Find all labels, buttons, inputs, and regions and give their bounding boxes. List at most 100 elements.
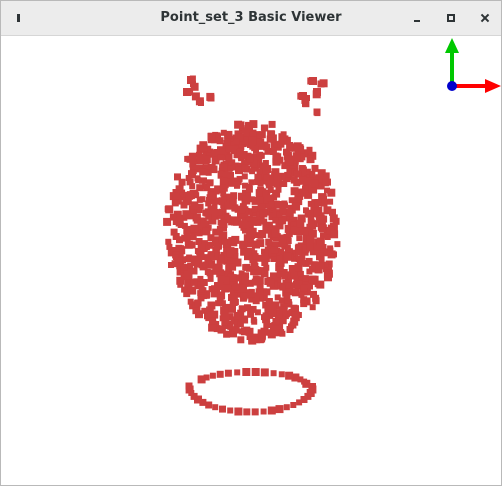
point xyxy=(252,336,258,343)
point xyxy=(219,163,228,172)
point xyxy=(272,155,281,163)
point xyxy=(260,408,267,415)
point xyxy=(261,124,269,132)
point xyxy=(268,120,276,128)
point xyxy=(306,157,313,164)
point xyxy=(225,145,233,153)
point xyxy=(272,317,280,325)
point xyxy=(217,154,224,161)
point xyxy=(256,196,264,204)
point xyxy=(302,275,309,282)
point xyxy=(188,152,197,161)
point xyxy=(283,404,290,411)
point xyxy=(209,317,216,325)
point xyxy=(322,177,329,184)
title-bar[interactable]: Point_set_3 Basic Viewer xyxy=(1,1,501,36)
point xyxy=(279,330,286,337)
point xyxy=(264,278,272,285)
point xyxy=(285,157,294,166)
point xyxy=(190,82,199,91)
point xyxy=(251,408,259,416)
close-button[interactable] xyxy=(477,10,493,26)
point xyxy=(252,253,259,260)
point xyxy=(188,241,196,249)
point xyxy=(183,234,191,241)
point xyxy=(290,271,299,280)
point xyxy=(277,140,285,148)
point xyxy=(295,178,301,185)
point xyxy=(299,190,306,197)
point xyxy=(327,250,336,259)
point xyxy=(252,297,260,305)
point xyxy=(264,148,271,155)
point xyxy=(193,213,201,221)
point xyxy=(240,204,246,211)
axis-widget[interactable] xyxy=(445,38,501,93)
point xyxy=(268,179,276,187)
point xyxy=(175,218,184,227)
point xyxy=(227,323,234,330)
point xyxy=(267,130,275,138)
point xyxy=(258,230,267,238)
maximize-button[interactable] xyxy=(443,10,459,26)
point xyxy=(223,330,231,338)
x-axis-arrow-icon xyxy=(452,79,501,93)
point xyxy=(208,323,217,332)
point xyxy=(231,205,238,212)
point xyxy=(241,276,249,283)
point xyxy=(232,326,240,334)
point xyxy=(324,273,332,282)
point xyxy=(224,130,233,139)
point xyxy=(281,181,288,187)
point xyxy=(220,306,229,315)
point xyxy=(297,214,306,223)
point xyxy=(259,209,268,218)
z-axis-dot-icon xyxy=(447,81,457,91)
point xyxy=(247,310,255,318)
point xyxy=(223,284,231,292)
point xyxy=(243,408,251,416)
point xyxy=(256,138,265,147)
point-cloud xyxy=(163,75,341,416)
point xyxy=(327,188,336,197)
point xyxy=(296,399,303,406)
point xyxy=(290,226,297,233)
point xyxy=(227,407,234,414)
point xyxy=(268,304,277,312)
point xyxy=(266,194,274,202)
3d-viewport[interactable] xyxy=(1,36,501,485)
point xyxy=(292,152,301,161)
point xyxy=(285,371,294,380)
point xyxy=(251,278,259,286)
point xyxy=(171,199,179,207)
point xyxy=(175,258,183,266)
point xyxy=(316,261,325,270)
point xyxy=(201,307,208,314)
point xyxy=(219,178,226,185)
point xyxy=(195,177,202,184)
point xyxy=(275,259,283,267)
point xyxy=(250,316,257,323)
point xyxy=(293,170,300,177)
point xyxy=(164,206,171,213)
point xyxy=(216,370,224,378)
point xyxy=(207,301,216,310)
point xyxy=(215,300,222,307)
point xyxy=(224,369,232,377)
point xyxy=(330,230,339,239)
point xyxy=(245,185,253,193)
point xyxy=(211,167,218,174)
point xyxy=(234,181,241,188)
point xyxy=(263,288,271,296)
point xyxy=(263,165,271,173)
point xyxy=(317,215,326,224)
point xyxy=(217,146,225,155)
minimize-button[interactable] xyxy=(409,10,425,26)
point xyxy=(279,206,287,213)
point xyxy=(263,321,271,329)
point xyxy=(290,187,299,196)
point-cloud-canvas[interactable] xyxy=(1,36,501,485)
point xyxy=(263,264,270,271)
point xyxy=(176,276,185,285)
point xyxy=(271,229,280,238)
